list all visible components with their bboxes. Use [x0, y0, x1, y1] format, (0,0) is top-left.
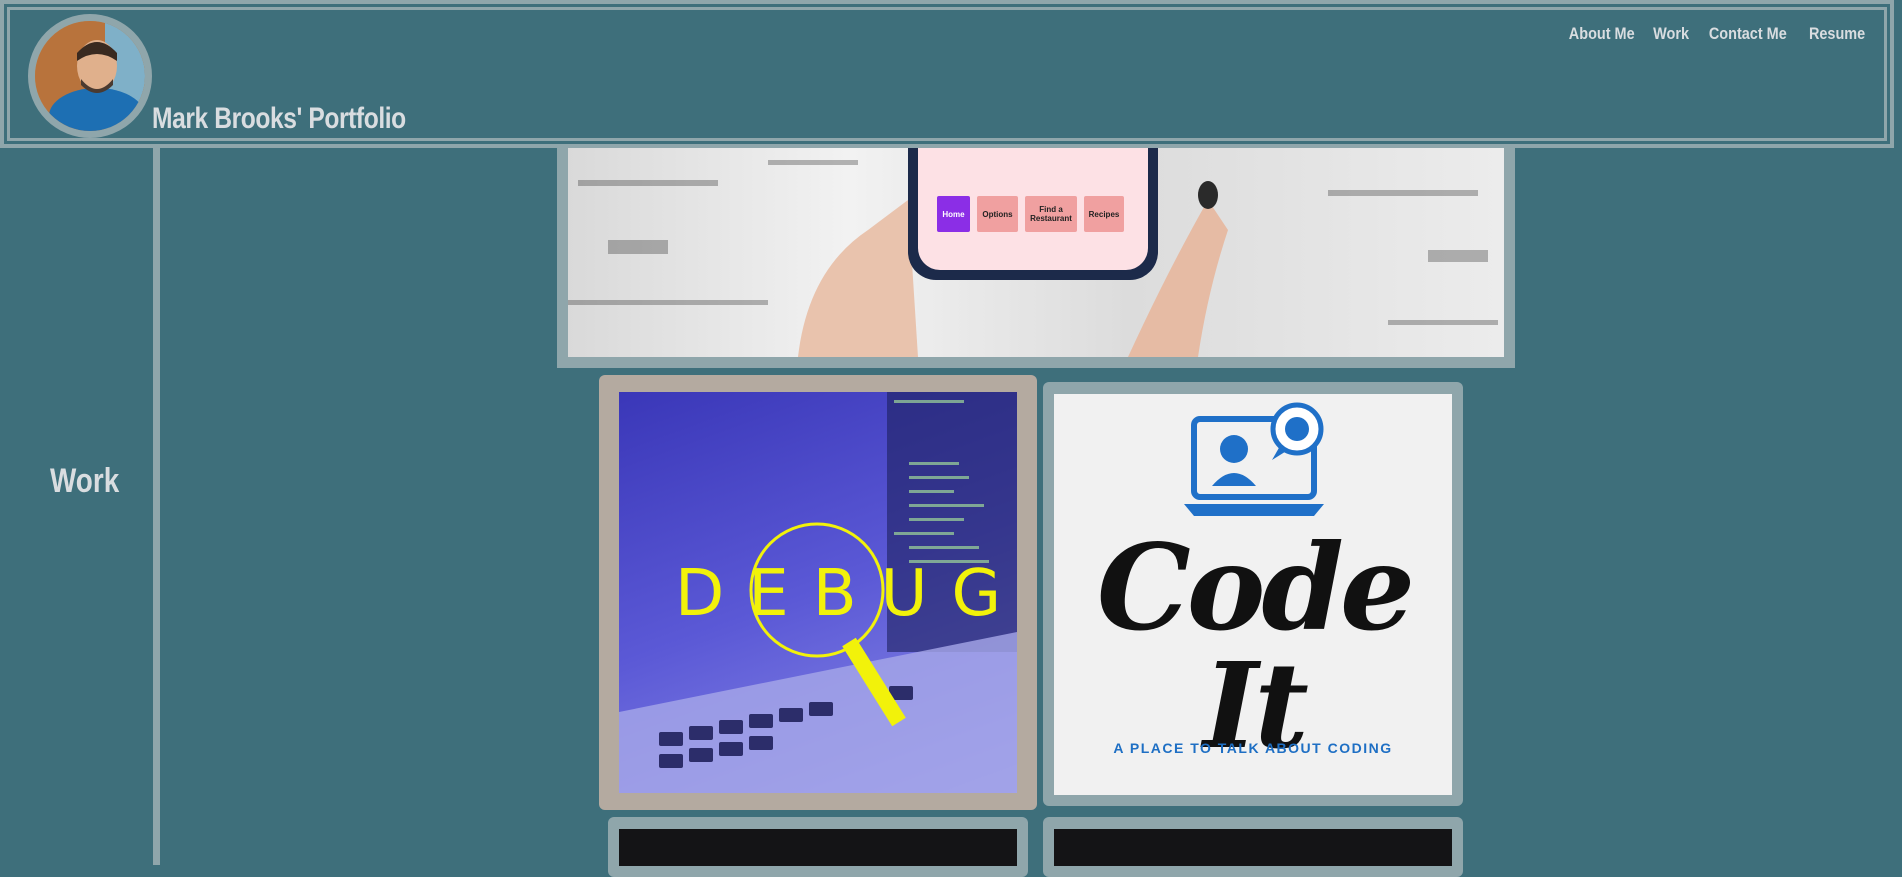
phone-button-recipes: Recipes [1084, 196, 1124, 232]
sidebar-divider [153, 140, 160, 865]
nav-about-me[interactable]: About Me [1568, 24, 1634, 44]
phone-button-options: Options [977, 196, 1018, 232]
code-it-image: Code It A PLACE TO TALK ABOUT CODING [1054, 394, 1452, 795]
code-it-tagline: A PLACE TO TALK ABOUT CODING [1113, 740, 1393, 756]
main-nav: About Me Work Contact Me Resume [1563, 24, 1870, 44]
avatar [28, 14, 152, 138]
phone-button-home: Home [937, 196, 970, 232]
project-4-image [1054, 829, 1452, 866]
phone-button-find-restaurant: Find a Restaurant [1025, 196, 1077, 232]
nav-contact-me[interactable]: Contact Me [1709, 24, 1787, 44]
debug-image: DEBUG [619, 392, 1017, 793]
project-tile-3[interactable] [608, 817, 1028, 877]
project-tile-debug[interactable]: DEBUG [599, 375, 1037, 810]
phone-app-image: Home Options Find a Restaurant Recipes [568, 120, 1504, 357]
nav-work[interactable]: Work [1653, 24, 1689, 44]
project-3-image [619, 829, 1017, 866]
nav-resume[interactable]: Resume [1809, 24, 1865, 44]
project-tile-4[interactable] [1043, 817, 1463, 877]
site-title[interactable]: Mark Brooks' Portfolio [152, 102, 406, 136]
code-it-title: Code It [1096, 518, 1415, 775]
project-banner[interactable]: Home Options Find a Restaurant Recipes [557, 120, 1515, 368]
debug-text: DEBUG [675, 557, 1017, 631]
site-header: Mark Brooks' Portfolio About Me Work Con… [0, 0, 1894, 148]
section-label: Work [50, 462, 120, 500]
project-tile-code-it[interactable]: Code It A PLACE TO TALK ABOUT CODING [1043, 382, 1463, 806]
